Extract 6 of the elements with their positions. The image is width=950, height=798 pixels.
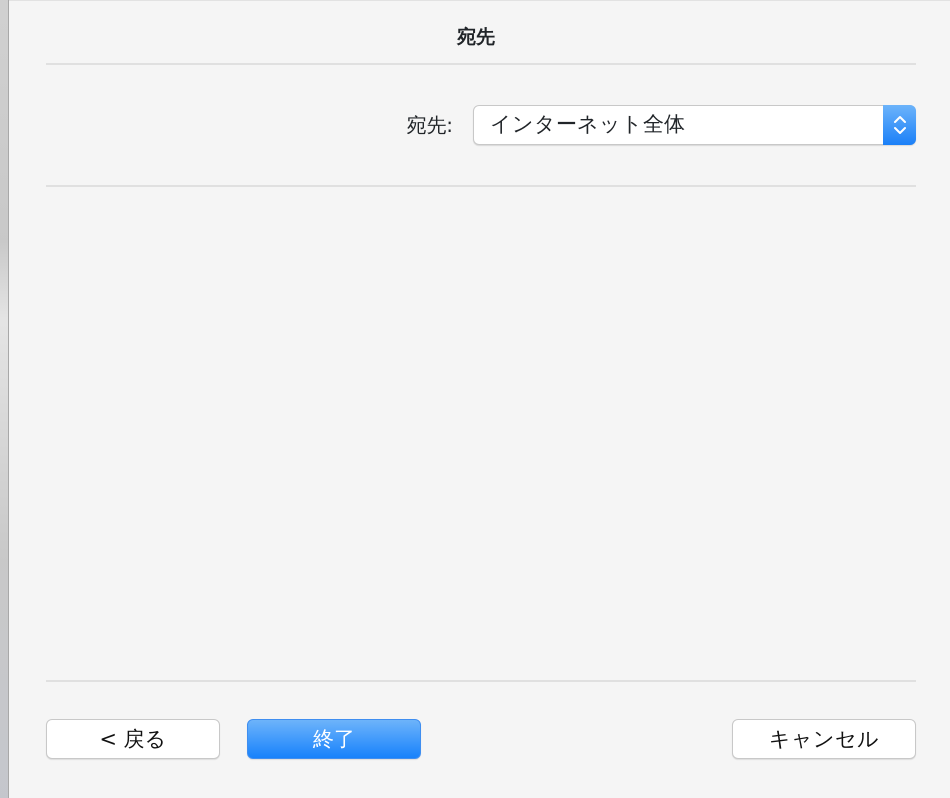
destination-popup[interactable]: インターネット全体 <box>473 105 916 145</box>
dialog-button[interactable]: < 戻る <box>46 719 220 759</box>
dialog-button[interactable]: キャンセル <box>732 719 916 759</box>
sheet-title: 宛先 <box>456 25 496 50</box>
stepper-arrows-icon <box>892 114 906 136</box>
destination-label: 宛先: <box>406 112 453 139</box>
